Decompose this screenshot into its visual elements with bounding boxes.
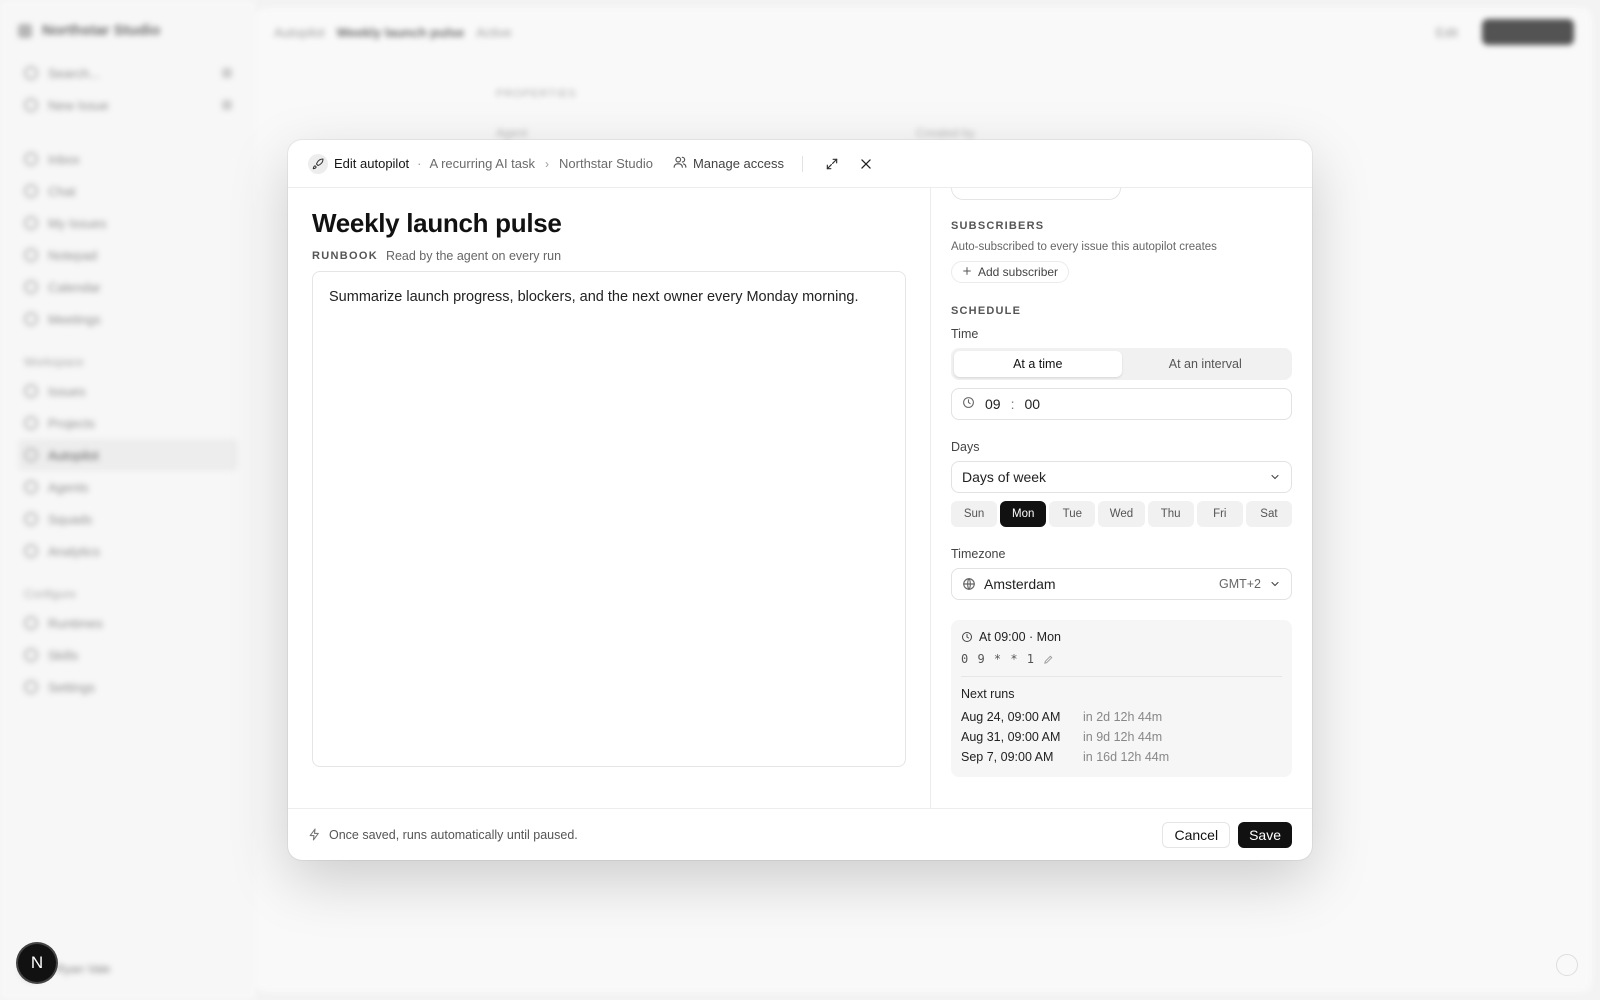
dialog-title: Edit autopilot (334, 156, 410, 171)
schedule-summary-text: At 09:00 · Mon (979, 630, 1061, 644)
pencil-icon[interactable] (1043, 654, 1054, 665)
lightning-icon (308, 828, 321, 841)
expand-icon[interactable] (821, 153, 843, 175)
subscribers-heading: SUBSCRIBERS (951, 220, 1045, 232)
runbook-label: RUNBOOK (312, 250, 378, 262)
separator-dot: · (417, 156, 422, 171)
day-wed[interactable]: Wed (1098, 501, 1145, 527)
runbook-editor[interactable]: Summarize launch progress, blockers, and… (312, 271, 906, 767)
minute-field[interactable]: 00 (1024, 396, 1040, 412)
time-mode-toggle: At a time At an interval (951, 348, 1292, 380)
time-label: Time (951, 327, 979, 341)
autopilot-title[interactable]: Weekly launch pulse (312, 208, 906, 239)
help-icon[interactable] (1556, 954, 1578, 976)
next-run-row: Sep 7, 09:00 AM in 16d 12h 44m (961, 747, 1282, 767)
days-label: Days (951, 440, 980, 454)
globe-icon (962, 577, 976, 591)
next-run-relative: in 9d 12h 44m (1083, 730, 1163, 744)
next-run-date: Aug 31, 09:00 AM (961, 730, 1061, 744)
time-separator: : (1010, 396, 1015, 412)
next-run-row: Aug 24, 09:00 AM in 2d 12h 44m (961, 707, 1282, 727)
header-divider (802, 155, 804, 172)
clock-icon (961, 631, 973, 643)
day-mon[interactable]: Mon (1000, 501, 1047, 527)
day-sat[interactable]: Sat (1245, 501, 1292, 527)
runbook-hint: Read by the agent on every run (385, 249, 562, 263)
next-run-date: Aug 24, 09:00 AM (961, 710, 1061, 724)
workspace-breadcrumb[interactable]: Northstar Studio (559, 156, 653, 171)
day-thu[interactable]: Thu (1147, 501, 1194, 527)
dialog-header: Edit autopilot · A recurring AI task › N… (288, 140, 1312, 188)
schedule-heading: SCHEDULE (951, 305, 1022, 317)
timezone-select[interactable]: Amsterdam GMT+2 (951, 568, 1292, 600)
hour-field[interactable]: 09 (985, 396, 1001, 412)
timezone-label: Timezone (951, 547, 1006, 561)
users-icon (673, 155, 687, 172)
next-run-relative: in 16d 12h 44m (1083, 750, 1170, 764)
next-runs-label: Next runs (961, 687, 1015, 701)
footer-note: Once saved, runs automatically until pau… (329, 827, 578, 842)
chevron-down-icon (1269, 471, 1281, 483)
rocket-icon (308, 153, 328, 174)
day-fri[interactable]: Fri (1196, 501, 1243, 527)
dialog-footer: Once saved, runs automatically until pau… (288, 808, 1312, 860)
runbook-pane: Weekly launch pulse RUNBOOK Read by the … (288, 188, 931, 808)
days-mode-select[interactable]: Days of week (951, 461, 1292, 493)
close-icon[interactable] (855, 153, 877, 175)
summary-divider (961, 676, 1282, 677)
time-input[interactable]: 09 : 00 (951, 388, 1292, 420)
next-run-date: Sep 7, 09:00 AM (961, 750, 1054, 764)
weekday-picker: Sun Mon Tue Wed Thu Fri Sat (951, 501, 1292, 527)
next-run-relative: in 2d 12h 44m (1083, 710, 1163, 724)
timezone-offset: GMT+2 (1218, 577, 1261, 591)
plus-icon (962, 265, 972, 279)
chevron-right-icon: › (545, 156, 550, 171)
manage-access-button[interactable]: Manage access (693, 156, 784, 171)
settings-pane: SUBSCRIBERS Auto-subscribed to every iss… (931, 188, 1312, 808)
save-button[interactable]: Save (1238, 821, 1292, 848)
cron-expression: 0 9 * * 1 (961, 652, 1036, 666)
day-tue[interactable]: Tue (1049, 501, 1096, 527)
app-logo[interactable]: N (18, 944, 56, 982)
at-a-time-option[interactable]: At a time (954, 351, 1122, 377)
schedule-summary: At 09:00 · Mon 0 9 * * 1 Next runs Aug 2… (951, 620, 1292, 777)
add-subscriber-button[interactable]: Add subscriber (951, 261, 1070, 283)
next-run-row: Aug 31, 09:00 AM in 9d 12h 44m (961, 727, 1282, 747)
day-sun[interactable]: Sun (951, 501, 998, 527)
scrolled-field (951, 188, 1121, 200)
edit-autopilot-dialog: Edit autopilot · A recurring AI task › N… (288, 140, 1312, 860)
subscribers-description: Auto-subscribed to every issue this auto… (951, 241, 1217, 253)
at-an-interval-option[interactable]: At an interval (1122, 351, 1290, 377)
chevron-down-icon (1269, 578, 1281, 590)
timezone-value: Amsterdam (984, 576, 1056, 592)
dialog-subtitle: A recurring AI task (429, 156, 536, 171)
clock-icon (962, 396, 975, 412)
cancel-button[interactable]: Cancel (1162, 821, 1231, 848)
